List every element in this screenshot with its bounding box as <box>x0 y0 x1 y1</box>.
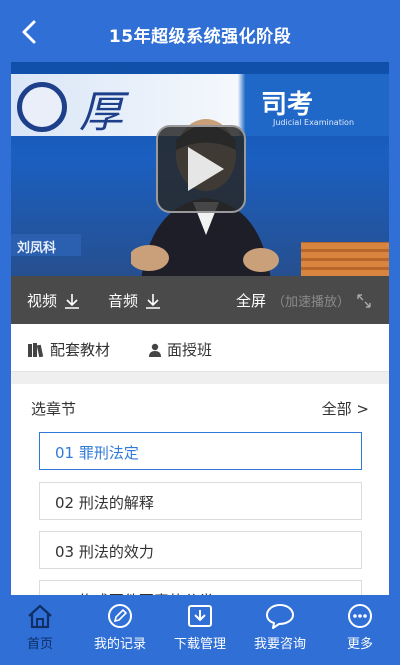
tab-label: 首页 <box>26 637 53 652</box>
class-label: 面授班 <box>167 341 213 359</box>
video-download-button[interactable]: 视频 <box>27 290 81 311</box>
toolbar: 配套教材 面授班 <box>11 324 389 372</box>
materials-label: 配套教材 <box>50 341 111 359</box>
page-title: 15年超级系统强化阶段 <box>108 27 292 47</box>
app-header: 15年超级系统强化阶段 <box>0 0 400 62</box>
tab-downloads[interactable]: 下载管理 <box>160 595 240 665</box>
materials-button[interactable]: 配套教材 <box>27 339 110 360</box>
tab-consult[interactable]: 我要咨询 <box>240 595 320 665</box>
seal-logo <box>17 82 67 132</box>
bottom-tab-bar: 首页 我的记录 下载管理 我要咨询 更多 <box>0 595 400 665</box>
tab-records[interactable]: 我的记录 <box>80 595 160 665</box>
tab-home[interactable]: 首页 <box>0 595 80 665</box>
chapter-item[interactable]: 03 刑法的效力 <box>39 531 362 569</box>
chat-icon <box>266 604 294 629</box>
fullscreen-button[interactable]: 全屏 （加速播放） <box>236 290 372 311</box>
class-button[interactable]: 面授班 <box>148 339 212 360</box>
tab-label: 下载管理 <box>173 637 226 652</box>
fullscreen-icon <box>357 293 371 308</box>
chapter-item[interactable]: 02 刑法的解释 <box>39 482 362 520</box>
pencil-icon <box>108 604 132 628</box>
download-icon <box>188 605 212 627</box>
chapter-section-header: 选章节 全部 > <box>11 392 389 422</box>
tab-label: 更多 <box>346 637 373 652</box>
more-icon <box>348 604 372 628</box>
video-controls: 视频 音频 全屏 （加速播放） <box>11 276 389 324</box>
person-icon <box>149 343 161 357</box>
logo-text: 厚 <box>79 87 123 138</box>
home-icon <box>28 604 52 629</box>
content-panel: 厚 司考 Judicial Examination 刘凤科 视频 音频 全屏 （… <box>11 62 389 595</box>
logo-subtitle: Judicial Examination <box>273 118 355 127</box>
chapter-item[interactable]: 01 罪刑法定 <box>39 432 362 470</box>
play-button[interactable] <box>156 125 246 213</box>
audio-download-button[interactable]: 音频 <box>108 290 162 311</box>
nameplate-text: 刘凤科 <box>11 234 81 256</box>
video-label: 视频 <box>27 292 58 310</box>
chapter-section-title: 选章节 <box>31 400 77 418</box>
speed-label: （加速播放） <box>272 295 351 310</box>
all-chapters-link[interactable]: 全部 > <box>322 398 369 419</box>
download-icon <box>65 293 80 309</box>
video-player[interactable]: 厚 司考 Judicial Examination 刘凤科 <box>11 62 389 276</box>
chapter-item[interactable]: 04 构成要件要素的分类 <box>39 580 362 595</box>
divider <box>11 372 389 384</box>
tab-label: 我要咨询 <box>253 637 306 652</box>
download-icon <box>146 293 161 309</box>
play-icon <box>188 147 224 191</box>
tab-label: 我的记录 <box>93 637 146 652</box>
fullscreen-label: 全屏 <box>236 292 267 310</box>
books-icon <box>28 342 44 357</box>
tab-more[interactable]: 更多 <box>320 595 400 665</box>
audio-label: 音频 <box>108 292 139 310</box>
desk-image <box>301 242 389 276</box>
